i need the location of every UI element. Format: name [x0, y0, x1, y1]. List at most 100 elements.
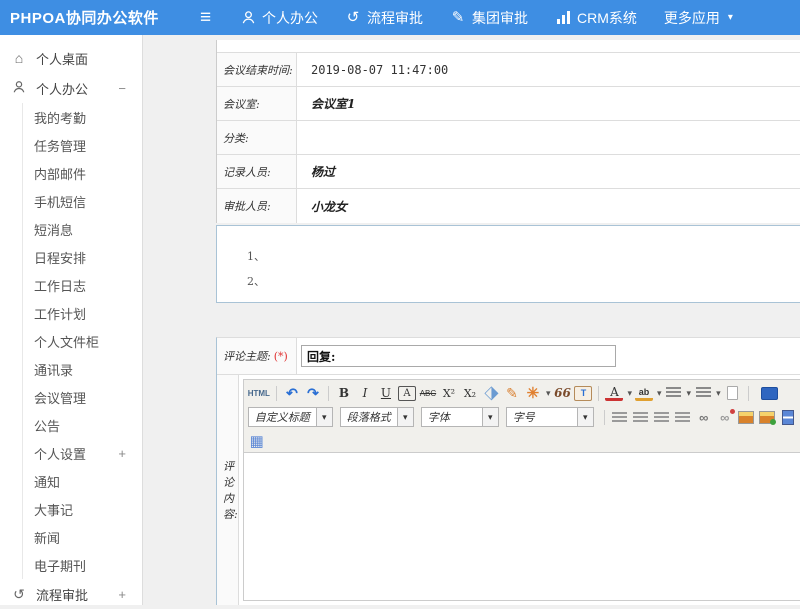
sidebar-item-major-events[interactable]: 大事记: [23, 495, 142, 523]
align-left-icon[interactable]: [612, 412, 627, 423]
sidebar-item-e-journal[interactable]: 电子期刊: [23, 551, 142, 579]
image-icon[interactable]: [738, 411, 754, 424]
caret-down-icon[interactable]: ▾: [397, 408, 413, 426]
caret-down-icon[interactable]: ▾: [716, 388, 721, 399]
field-value-category: [297, 121, 800, 154]
comment-subject-input[interactable]: [301, 345, 616, 367]
edit-icon: ✎: [450, 10, 466, 26]
sidebar-item-notice[interactable]: 通知: [23, 467, 142, 495]
font-style-button[interactable]: A: [398, 386, 416, 401]
sidebar-item-label: 日程安排: [34, 248, 86, 267]
custom-title-select[interactable]: 自定义标题 ▾: [248, 407, 333, 427]
home-icon: ⌂: [11, 50, 27, 66]
minutes-line: 1、: [247, 244, 800, 269]
paste-text-icon[interactable]: T: [574, 386, 592, 401]
caret-down-icon[interactable]: ▾: [482, 408, 498, 426]
caret-down-icon[interactable]: ▾: [657, 388, 662, 399]
history-icon: ↺: [345, 10, 361, 26]
eraser-icon[interactable]: ◪: [478, 380, 503, 405]
subject-label: 评论主题:: [223, 348, 271, 364]
italic-button[interactable]: I: [356, 384, 374, 402]
strikethrough-button[interactable]: ABC: [419, 384, 437, 402]
sidebar-item-personal-settings[interactable]: 个人设置 +: [23, 439, 142, 467]
sidebar-item-short-message[interactable]: 短消息: [23, 215, 142, 243]
meeting-detail-table: 会议结束时间: 2019-08-07 11:47:00 会议室: 会议室1 分类…: [216, 40, 800, 223]
blockquote-button[interactable]: 66: [553, 384, 571, 402]
font-size-select[interactable]: 字号 ▾: [506, 407, 594, 427]
sidebar-item-attendance[interactable]: 我的考勤: [23, 103, 142, 131]
hamburger-icon[interactable]: ≡: [200, 7, 211, 29]
chart-icon: [555, 11, 571, 24]
table-row: 分类:: [217, 121, 800, 155]
nav-crm[interactable]: CRM系统: [555, 8, 637, 28]
collapse-toggle[interactable]: −: [118, 81, 126, 96]
field-label: 会议室:: [217, 87, 297, 120]
unordered-list-icon[interactable]: [696, 387, 711, 399]
sidebar-item-news[interactable]: 新闻: [23, 523, 142, 551]
editor-content-area[interactable]: [244, 453, 800, 600]
field-value-recorder: 杨过: [297, 155, 800, 188]
html-source-button[interactable]: HTML: [248, 384, 270, 402]
paragraph-format-select[interactable]: 段落格式 ▾: [340, 407, 414, 427]
field-value-end-time: 2019-08-07 11:47:00: [297, 53, 800, 86]
table-row: 记录人员: 杨过: [217, 155, 800, 189]
unlink-icon[interactable]: ∞: [716, 408, 734, 426]
sidebar-item-label: 任务管理: [34, 136, 86, 155]
field-value-approver: 小龙女: [297, 189, 800, 223]
sidebar-item-internal-mail[interactable]: 内部邮件: [23, 159, 142, 187]
table-row: 会议结束时间: 2019-08-07 11:47:00: [217, 53, 800, 87]
nav-personal-office[interactable]: 个人办公: [240, 8, 318, 28]
quick-format-icon[interactable]: ✳: [524, 384, 542, 402]
nav-label: 集团审批: [472, 8, 528, 28]
font-family-select[interactable]: 字体 ▾: [421, 407, 499, 427]
caret-down-icon[interactable]: ▾: [546, 388, 551, 399]
new-page-icon[interactable]: [727, 386, 738, 400]
expand-toggle[interactable]: +: [118, 446, 126, 461]
history-icon: ↺: [11, 586, 27, 603]
sidebar-item-work-plan[interactable]: 工作计划: [23, 299, 142, 327]
format-brush-icon[interactable]: ✎: [503, 384, 521, 402]
superscript-button[interactable]: X²: [440, 384, 458, 402]
align-center-icon[interactable]: [633, 412, 648, 423]
sidebar-item-label: 个人办公: [36, 79, 88, 98]
bold-button[interactable]: B: [335, 384, 353, 402]
align-justify-icon[interactable]: [675, 412, 690, 423]
subscript-button[interactable]: X₂: [461, 384, 479, 402]
table-icon[interactable]: ▦: [248, 432, 266, 450]
align-right-icon[interactable]: [654, 412, 669, 423]
sidebar-item-label: 通讯录: [34, 360, 73, 379]
nav-workflow-approval[interactable]: ↺ 流程审批: [345, 8, 423, 28]
underline-button[interactable]: U: [377, 384, 395, 402]
table-row: 会议室: 会议室1: [217, 87, 800, 121]
highlight-color-button[interactable]: ab: [635, 385, 653, 401]
sidebar-item-tasks[interactable]: 任务管理: [23, 131, 142, 159]
sidebar-item-sms[interactable]: 手机短信: [23, 187, 142, 215]
caret-down-icon[interactable]: ▾: [627, 388, 632, 399]
media-icon[interactable]: [782, 410, 794, 425]
sidebar-item-desktop[interactable]: ⌂ 个人桌面: [0, 43, 142, 73]
caret-down-icon[interactable]: ▾: [577, 408, 593, 426]
toolbar-separator: [598, 386, 599, 401]
ordered-list-icon[interactable]: [666, 387, 681, 399]
sidebar-item-personal-office[interactable]: 个人办公 −: [0, 73, 142, 103]
sidebar-item-contacts[interactable]: 通讯录: [23, 355, 142, 383]
sidebar-item-label: 新闻: [34, 528, 60, 547]
nav-more-apps[interactable]: 更多应用 ▾: [664, 8, 733, 28]
undo-icon[interactable]: ↶: [283, 384, 301, 402]
expand-toggle[interactable]: +: [118, 587, 126, 602]
fullscreen-icon[interactable]: [761, 387, 778, 400]
caret-down-icon[interactable]: ▾: [687, 388, 692, 399]
caret-down-icon[interactable]: ▾: [316, 408, 332, 426]
sidebar-item-meeting-mgmt[interactable]: 会议管理: [23, 383, 142, 411]
sidebar-item-work-diary[interactable]: 工作日志: [23, 271, 142, 299]
sidebar-item-file-cabinet[interactable]: 个人文件柜: [23, 327, 142, 355]
sidebar-item-schedule[interactable]: 日程安排: [23, 243, 142, 271]
nav-group-approval[interactable]: ✎ 集团审批: [450, 8, 528, 28]
image-upload-icon[interactable]: [759, 411, 775, 424]
link-icon[interactable]: ∞: [695, 408, 713, 426]
toolbar-row-3: ▦: [248, 430, 797, 451]
font-color-button[interactable]: A: [605, 385, 623, 401]
main-content: 会议结束时间: 2019-08-07 11:47:00 会议室: 会议室1 分类…: [143, 35, 800, 605]
redo-icon[interactable]: ↷: [304, 384, 322, 402]
sidebar-item-announcement[interactable]: 公告: [23, 411, 142, 439]
